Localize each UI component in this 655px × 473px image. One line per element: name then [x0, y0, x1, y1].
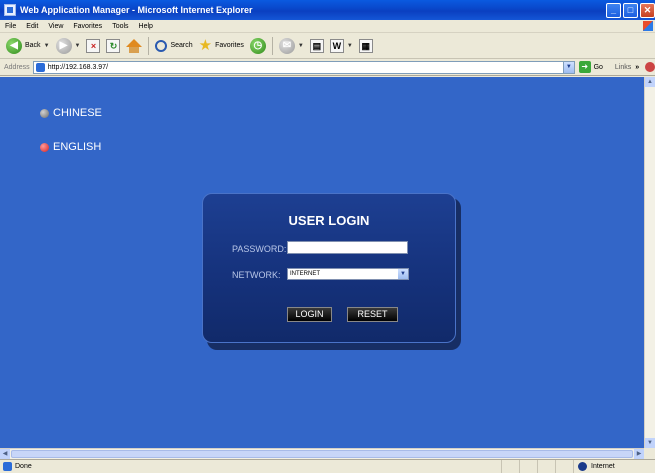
menu-edit[interactable]: Edit [21, 23, 43, 30]
address-label: Address [4, 63, 30, 71]
favorites-button[interactable]: ★ Favorites [199, 38, 244, 53]
security-zone: Internet [573, 460, 655, 473]
window-title: Web Application Manager - Microsoft Inte… [20, 5, 253, 15]
close-button[interactable]: ✕ [640, 2, 655, 18]
globe-icon [578, 462, 587, 471]
favorites-label: Favorites [215, 42, 244, 49]
network-selected-value: INTERNET [290, 271, 320, 277]
menu-bar: File Edit View Favorites Tools Help [0, 20, 655, 33]
address-input[interactable]: http://192.168.3.97/ ▼ [32, 60, 575, 74]
print-button[interactable]: ▤ [309, 38, 324, 53]
forward-arrow-icon: ▶ [55, 37, 72, 54]
network-label: NETWORK: [232, 270, 281, 280]
horizontal-scrollbar[interactable]: ◀ ▶ [0, 448, 644, 459]
radio-off-icon[interactable] [40, 108, 49, 118]
page-content: CHINESE ENGLISH USER LOGIN PASSWORD: NET… [0, 77, 644, 448]
status-text: Done [15, 463, 32, 470]
language-label: ENGLISH [53, 141, 102, 153]
refresh-icon: ↻ [106, 38, 121, 53]
search-label: Search [170, 42, 193, 49]
extension-icon[interactable] [645, 62, 655, 72]
toolbar-separator [148, 36, 150, 55]
go-button[interactable]: Go [594, 64, 603, 71]
word-edit-icon: W [329, 38, 344, 53]
password-input[interactable] [287, 241, 408, 254]
page-status-icon [3, 462, 12, 471]
status-bar: Done Internet [0, 459, 655, 473]
forward-button[interactable]: ▶ ▼ [55, 37, 81, 54]
stop-icon: × [86, 38, 101, 53]
refresh-button[interactable]: ↻ [106, 38, 121, 53]
network-select[interactable]: INTERNET ▼ [287, 268, 409, 280]
menu-file[interactable]: File [0, 23, 21, 30]
login-title: USER LOGIN [288, 213, 370, 228]
status-cell [555, 460, 573, 473]
back-dropdown-icon[interactable]: ▼ [44, 43, 50, 49]
status-cell [519, 460, 537, 473]
scroll-right-icon[interactable]: ▶ [634, 449, 644, 459]
language-option-chinese[interactable]: CHINESE [40, 107, 102, 119]
home-icon [126, 38, 143, 53]
title-bar: Web Application Manager - Microsoft Inte… [0, 0, 655, 20]
windows-flag-icon [643, 21, 653, 31]
login-panel: USER LOGIN PASSWORD: NETWORK: INTERNET ▼… [202, 193, 456, 343]
ie-app-icon [4, 4, 16, 16]
search-icon [155, 39, 168, 52]
scroll-up-icon[interactable]: ▲ [645, 77, 655, 87]
status-cells: Internet [501, 460, 655, 473]
go-arrow-icon[interactable]: ➜ [578, 61, 591, 73]
discuss-button[interactable]: ▦ [358, 38, 373, 53]
zone-label: Internet [591, 463, 615, 470]
back-label: Back [25, 42, 41, 49]
toolbar: ◀ Back ▼ ▶ ▼ × ↻ Search ★ Favorites ◷ ✉ … [0, 33, 655, 59]
menu-tools[interactable]: Tools [107, 23, 133, 30]
stop-button[interactable]: × [86, 38, 101, 53]
language-option-english[interactable]: ENGLISH [40, 141, 101, 153]
toolbar-separator [271, 36, 273, 55]
history-icon: ◷ [249, 37, 266, 54]
edit-button[interactable]: W ▼ [329, 38, 353, 53]
history-button[interactable]: ◷ [249, 37, 266, 54]
links-label[interactable]: Links [615, 64, 631, 71]
login-button[interactable]: LOGIN [287, 307, 332, 322]
vertical-scrollbar[interactable]: ▲ ▼ [644, 77, 655, 448]
print-icon: ▤ [309, 38, 324, 53]
menu-favorites[interactable]: Favorites [68, 23, 107, 30]
scroll-down-icon[interactable]: ▼ [645, 438, 655, 448]
star-icon: ★ [198, 37, 213, 54]
status-cell [501, 460, 519, 473]
minimize-button[interactable]: _ [606, 2, 621, 18]
status-cell [537, 460, 555, 473]
scroll-left-icon[interactable]: ◀ [0, 449, 10, 459]
address-bar: Address http://192.168.3.97/ ▼ ➜ Go Link… [0, 59, 655, 76]
search-button[interactable]: Search [155, 39, 193, 52]
back-button[interactable]: ◀ Back ▼ [6, 37, 50, 54]
forward-dropdown-icon[interactable]: ▼ [75, 43, 81, 49]
radio-on-icon[interactable] [40, 142, 49, 152]
back-arrow-icon: ◀ [6, 37, 22, 54]
address-url[interactable]: http://192.168.3.97/ [48, 64, 108, 71]
mail-icon: ✉ [278, 37, 295, 54]
discuss-icon: ▦ [358, 38, 373, 53]
menu-help[interactable]: Help [134, 23, 158, 30]
menu-view[interactable]: View [43, 23, 68, 30]
reset-button[interactable]: RESET [347, 307, 398, 322]
mail-button[interactable]: ✉ ▼ [278, 37, 304, 54]
language-label: CHINESE [53, 107, 102, 119]
edit-dropdown-icon[interactable]: ▼ [347, 43, 353, 49]
maximize-button[interactable]: □ [623, 2, 638, 18]
page-icon [35, 62, 45, 72]
password-label: PASSWORD: [232, 244, 287, 254]
chevron-down-icon[interactable]: ▼ [398, 269, 408, 279]
mail-dropdown-icon[interactable]: ▼ [298, 43, 304, 49]
horizontal-scroll-thumb[interactable] [11, 450, 633, 458]
address-dropdown-icon[interactable]: ▼ [562, 61, 574, 73]
home-button[interactable] [126, 38, 143, 53]
links-chevron-icon[interactable]: » [635, 64, 639, 71]
